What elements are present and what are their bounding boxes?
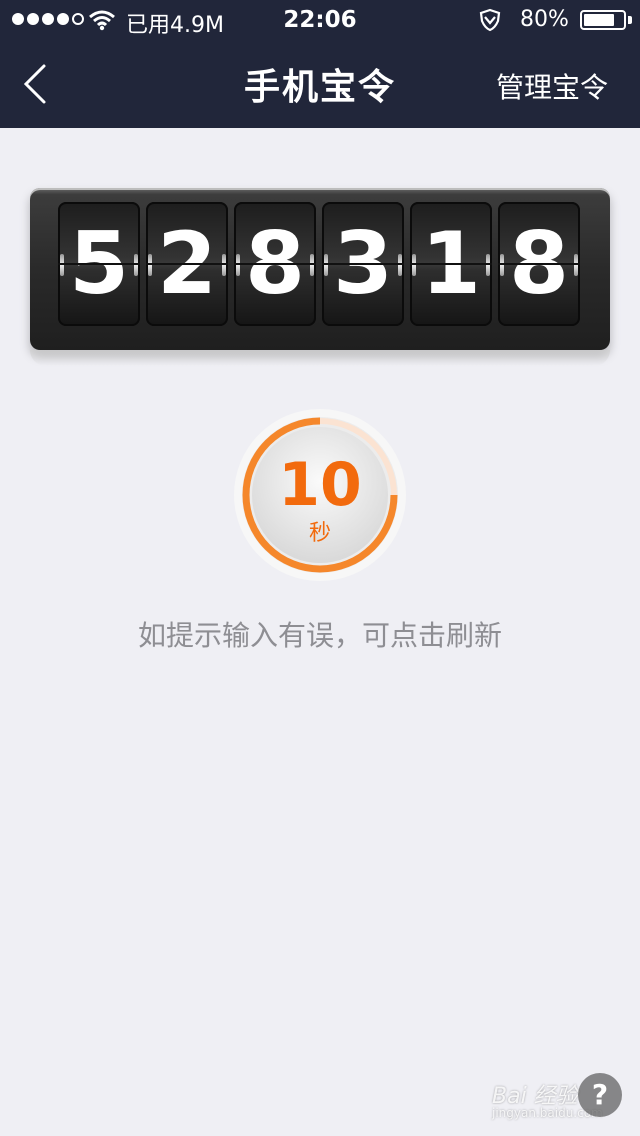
token-display: 528318 xyxy=(30,188,610,350)
vpn-shield-icon xyxy=(479,8,501,32)
token-digit: 3 xyxy=(322,202,404,326)
refresh-hint-link[interactable]: 如提示输入有误，可点击刷新 xyxy=(0,614,640,654)
digit-hinge xyxy=(134,254,138,276)
token-digits: 528318 xyxy=(58,202,580,326)
digit-hinge xyxy=(412,254,416,276)
digit-hinge xyxy=(222,254,226,276)
digit-hinge xyxy=(236,254,240,276)
token-reflection xyxy=(30,350,610,366)
manage-token-button[interactable]: 管理宝令 xyxy=(496,66,608,106)
battery-tip xyxy=(628,16,632,24)
battery-level-fill xyxy=(584,14,615,26)
navigation-bar: 手机宝令 管理宝令 xyxy=(0,40,640,128)
digit-hinge xyxy=(310,254,314,276)
token-digit: 1 xyxy=(410,202,492,326)
digit-hinge xyxy=(148,254,152,276)
digit-hinge xyxy=(60,254,64,276)
digit-hinge xyxy=(486,254,490,276)
battery-percent: 80% xyxy=(520,7,569,32)
token-digit: 8 xyxy=(234,202,316,326)
digit-hinge xyxy=(324,254,328,276)
countdown-unit: 秒 xyxy=(308,521,331,546)
countdown-seconds: 10 xyxy=(278,450,362,520)
digit-hinge xyxy=(398,254,402,276)
token-digit: 2 xyxy=(146,202,228,326)
status-bar: 已用4.9M 22:06 80% xyxy=(0,0,640,40)
battery-icon xyxy=(580,10,626,30)
digit-hinge xyxy=(500,254,504,276)
token-digit: 5 xyxy=(58,202,140,326)
top-bar: 已用4.9M 22:06 80% 手机宝令 管理宝令 xyxy=(0,0,640,128)
digit-hinge xyxy=(574,254,578,276)
help-button[interactable]: ? xyxy=(578,1073,622,1117)
countdown-timer: 10 秒 xyxy=(232,407,408,583)
token-digit: 8 xyxy=(498,202,580,326)
